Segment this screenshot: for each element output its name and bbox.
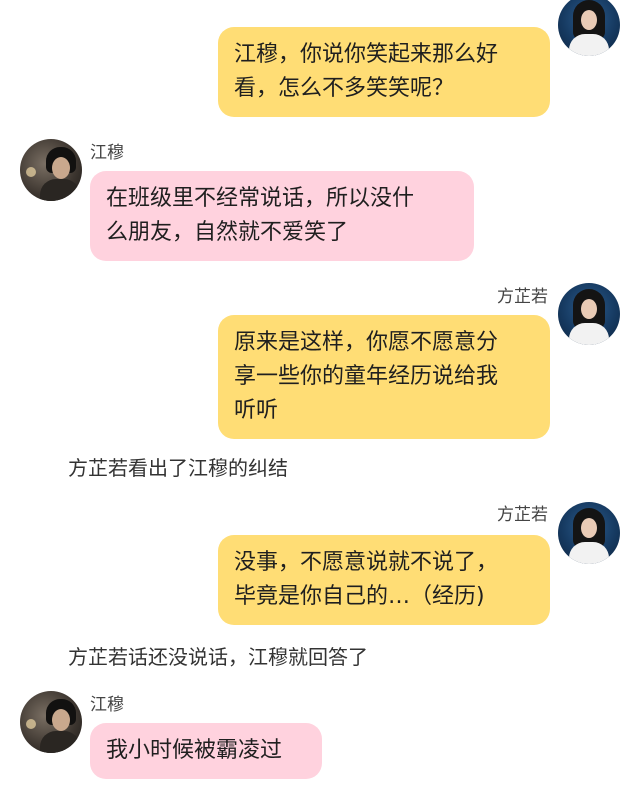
message-bubble-girl: 江穆，你说你笑起来那么好 看，怎么不多笑笑呢？ — [218, 27, 550, 117]
message-text: 毕竟是你自己的…（经历) — [234, 584, 485, 609]
boy-avatar-icon[interactable] — [20, 691, 82, 753]
message-text: 看，怎么不多笑笑呢？ — [234, 76, 455, 101]
message-bubble-girl: 没事，不愿意说就不说了， 毕竟是你自己的…（经历) — [218, 535, 550, 625]
girl-avatar-icon[interactable] — [558, 502, 620, 564]
message-text: 听听 — [234, 398, 279, 423]
message-bubble-boy: 在班级里不经常说话，所以没什 么朋友，自然就不爱笑了 — [90, 171, 474, 261]
narration-text: 方芷若看出了江穆的纠结 — [68, 456, 288, 480]
message-text: 没事，不愿意说就不说了， — [234, 550, 499, 575]
sender-name-boy: 江穆 — [90, 143, 124, 163]
message-text: 在班级里不经常说话，所以没什 — [106, 186, 415, 211]
message-text: 江穆，你说你笑起来那么好 — [234, 42, 499, 67]
message-bubble-boy: 我小时候被霸凌过 — [90, 723, 322, 779]
message-text: 么朋友，自然就不爱笑了 — [106, 220, 349, 245]
narration-text: 方芷若话还没说话，江穆就回答了 — [68, 645, 368, 669]
girl-avatar-icon[interactable] — [558, 0, 620, 56]
sender-name-boy: 江穆 — [90, 695, 124, 715]
message-text: 享一些你的童年经历说给我 — [234, 364, 499, 389]
sender-name-girl: 方芷若 — [497, 505, 548, 525]
sender-name-girl: 方芷若 — [497, 287, 548, 307]
message-text: 我小时候被霸凌过 — [106, 738, 283, 763]
message-bubble-girl: 原来是这样，你愿不愿意分 享一些你的童年经历说给我 听听 — [218, 315, 550, 439]
girl-avatar-icon[interactable] — [558, 283, 620, 345]
boy-avatar-icon[interactable] — [20, 139, 82, 201]
message-text: 原来是这样，你愿不愿意分 — [234, 330, 499, 355]
